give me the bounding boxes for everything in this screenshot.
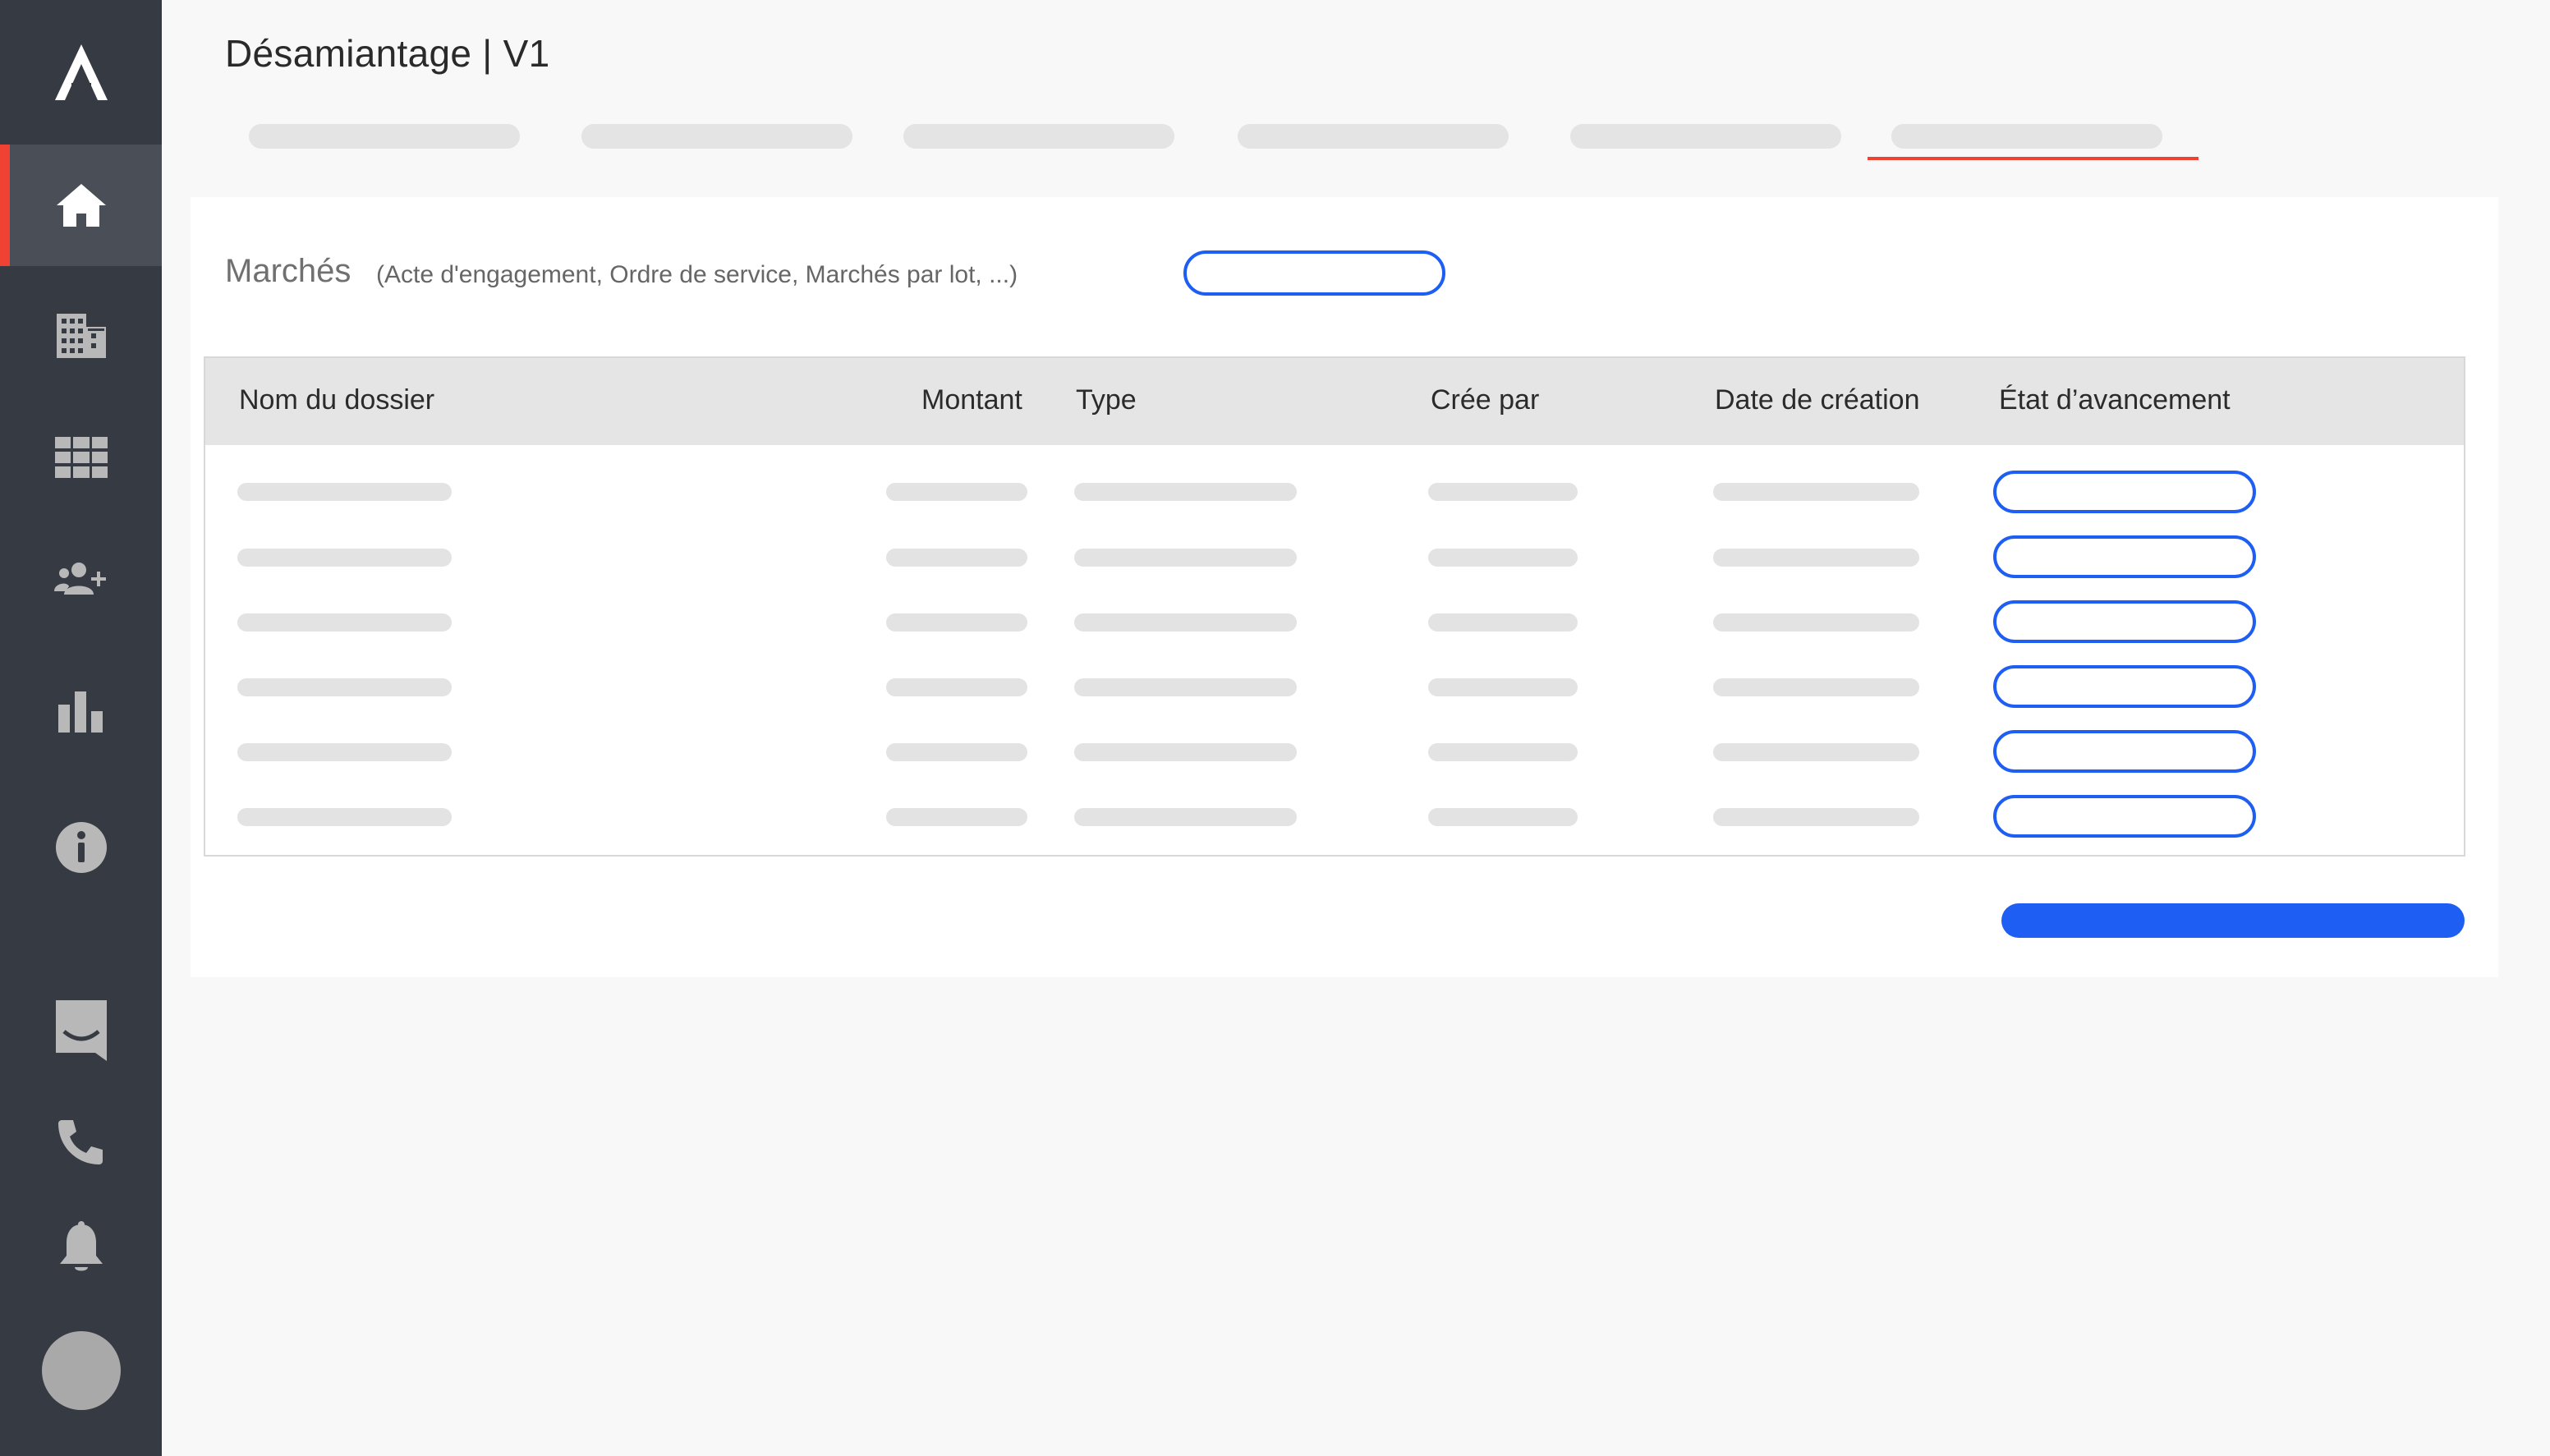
cell-type-placeholder [1074,549,1297,567]
sidebar-item-notifications[interactable] [0,1187,162,1309]
cell-name-placeholder [237,678,452,696]
sidebar-item-add-user[interactable] [0,517,162,639]
bell-icon [59,1221,103,1271]
cell-type-placeholder [1074,743,1297,761]
cell-name-placeholder [237,483,452,501]
col-header-created-by[interactable]: Crée par [1431,384,1539,416]
tab-1[interactable] [249,124,520,149]
cell-date-placeholder [1713,613,1919,632]
sidebar-item-stats[interactable] [0,650,162,772]
sidebar-item-buildings[interactable] [0,274,162,396]
sidebar-item-phone[interactable] [0,1081,162,1202]
tab-4[interactable] [1238,124,1509,149]
cell-name-placeholder [237,549,452,567]
tab-3[interactable] [903,124,1174,149]
cell-created-by-placeholder [1428,808,1578,826]
building-icon [56,314,106,358]
section-subtitle: (Acte d'engagement, Ordre de service, Ma… [376,261,1018,288]
sidebar-item-grid[interactable] [0,397,162,518]
col-header-name[interactable]: Nom du dossier [239,384,434,416]
cell-amount-placeholder [886,743,1027,761]
tab-6-active[interactable] [1891,124,2162,149]
col-header-creation-date[interactable]: Date de création [1715,384,1920,416]
section-title: Marchés [225,253,351,289]
progress-status-button[interactable] [1993,730,2256,773]
cell-type-placeholder [1074,483,1297,501]
col-header-amount[interactable]: Montant [921,384,1022,416]
cell-date-placeholder [1713,483,1919,501]
cell-name-placeholder [237,808,452,826]
page-title: Désamiantage | V1 [225,32,550,75]
section-action-button[interactable] [1183,250,1445,296]
cell-name-placeholder [237,613,452,632]
cell-amount-placeholder [886,483,1027,501]
phone-icon [57,1120,103,1164]
progress-status-button[interactable] [1993,600,2256,643]
cell-created-by-placeholder [1428,743,1578,761]
active-tab-indicator [1868,157,2199,160]
grid-icon [54,437,108,478]
cell-amount-placeholder [886,549,1027,567]
cell-created-by-placeholder [1428,678,1578,696]
cell-name-placeholder [237,743,452,761]
sidebar-item-inbox[interactable] [0,969,162,1091]
col-header-progress[interactable]: État d’avancement [1999,384,2231,416]
table-header: Nom du dossier Montant Type Crée par Dat… [205,358,2464,445]
bar-chart-icon [57,691,103,733]
cell-created-by-placeholder [1428,483,1578,501]
tab-2[interactable] [581,124,852,149]
cell-date-placeholder [1713,743,1919,761]
a-logo-icon [54,44,108,100]
sidebar-item-home[interactable] [0,145,162,266]
cell-date-placeholder [1713,808,1919,826]
tab-5[interactable] [1570,124,1841,149]
progress-status-button[interactable] [1993,795,2256,838]
cell-amount-placeholder [886,613,1027,632]
sidebar-item-info[interactable] [0,787,162,908]
col-header-type[interactable]: Type [1076,384,1137,416]
home-icon [56,184,106,227]
avatar[interactable] [42,1331,121,1410]
progress-status-button[interactable] [1993,535,2256,578]
sidebar [0,0,162,1456]
cell-amount-placeholder [886,678,1027,696]
primary-action-button[interactable] [2001,903,2465,938]
cell-date-placeholder [1713,678,1919,696]
info-icon [55,822,107,873]
cell-type-placeholder [1074,678,1297,696]
inbox-icon [55,1000,107,1061]
app-logo[interactable] [0,0,162,145]
cell-type-placeholder [1074,613,1297,632]
cell-amount-placeholder [886,808,1027,826]
cell-date-placeholder [1713,549,1919,567]
progress-status-button[interactable] [1993,471,2256,513]
cell-type-placeholder [1074,808,1297,826]
cell-created-by-placeholder [1428,549,1578,567]
cell-created-by-placeholder [1428,613,1578,632]
add-user-icon [53,563,106,595]
progress-status-button[interactable] [1993,665,2256,708]
